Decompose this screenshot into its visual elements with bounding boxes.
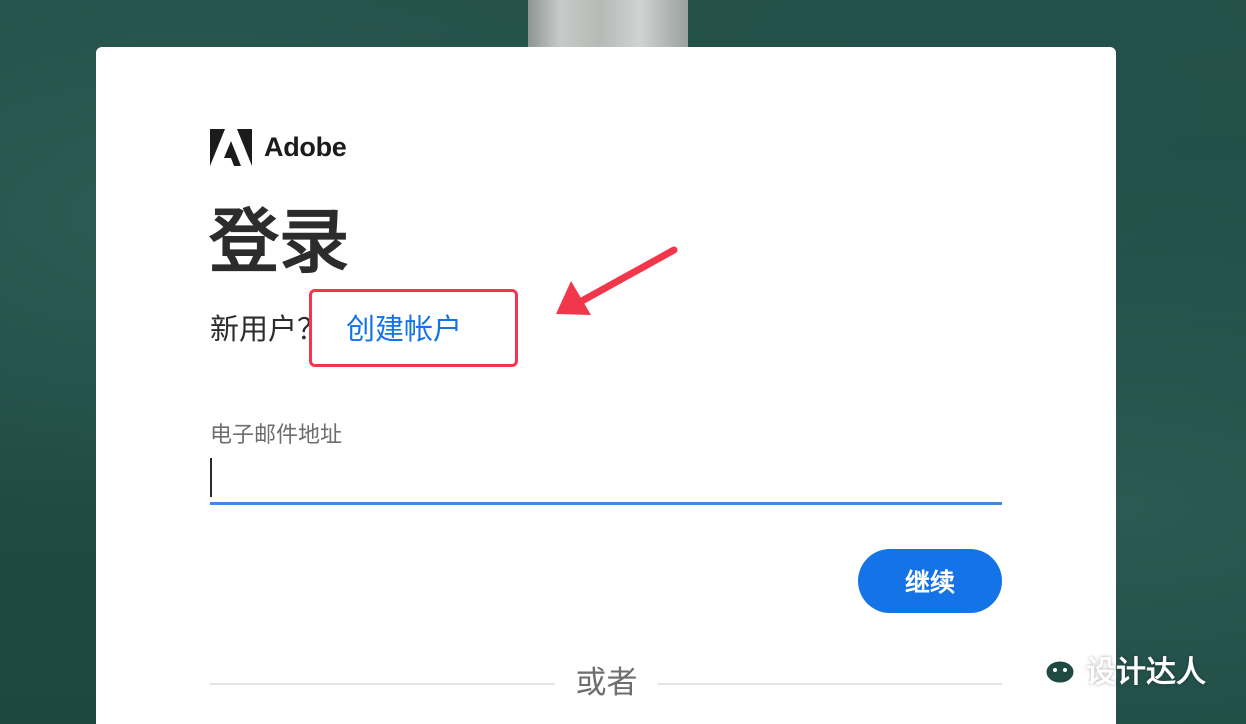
page-title: 登录	[209, 201, 349, 283]
adobe-logo-icon	[210, 129, 252, 166]
divider-right	[658, 683, 1002, 685]
brand-name: Adobe	[264, 132, 347, 162]
login-form: Adobe 登录 新用户？ 创建帐户 电子邮件地址 继续 或者	[96, 47, 1116, 724]
background-pier	[528, 0, 688, 48]
or-separator: 或者	[575, 665, 638, 701]
continue-button[interactable]: 继续	[858, 549, 1002, 613]
email-input[interactable]	[210, 455, 1002, 505]
watermark: 设计达人	[1020, 645, 1206, 693]
highlight-box	[309, 289, 518, 367]
text-caret	[210, 458, 212, 497]
email-label: 电子邮件地址	[210, 423, 343, 448]
watermark-text: 设计达人	[1086, 655, 1206, 690]
adobe-logo: Adobe	[210, 129, 347, 166]
wechat-icon	[1020, 645, 1078, 693]
divider-left	[210, 683, 555, 685]
